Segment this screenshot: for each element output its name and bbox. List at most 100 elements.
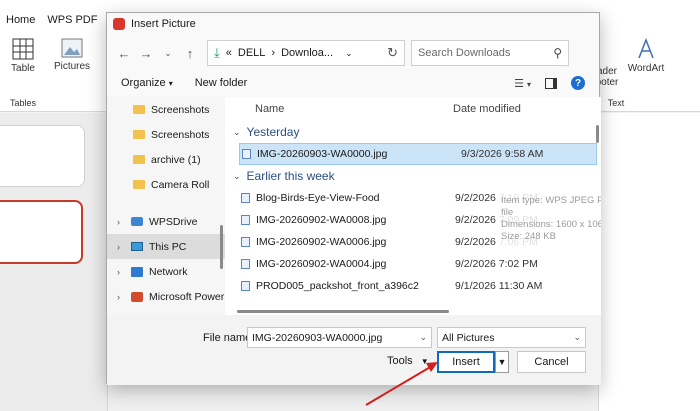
file-list-vertical-scrollbar[interactable]	[593, 97, 601, 315]
back-arrow-icon[interactable]: ←	[113, 42, 135, 64]
nav-pane-scrollbar[interactable]	[219, 97, 224, 315]
file-name: IMG-20260902-WA0006.jpg	[256, 236, 387, 248]
breadcrumb-separator-icon: ›	[271, 47, 276, 59]
expand-chevron-icon[interactable]: ›	[117, 217, 125, 227]
dialog-titlebar: Insert Picture	[107, 13, 599, 35]
nav-item-label: WPSDrive	[149, 215, 198, 228]
wordart-button[interactable]: WordArt	[626, 37, 666, 74]
tab-wps-pdf[interactable]: WPS PDF	[41, 10, 103, 30]
tooltip-item-type: Item type: WPS JPEG Picture file	[501, 195, 601, 218]
pictures-button[interactable]: Pictures	[52, 38, 92, 72]
file-date: 9/1/2026 11:30 AM	[455, 280, 543, 292]
file-row[interactable]: IMG-20260902-WA0004.jpg 9/2/2026 7:02 PM	[225, 253, 601, 275]
insert-button[interactable]: Insert	[437, 351, 495, 373]
file-list-horizontal-scrollbar[interactable]	[225, 307, 601, 315]
recent-locations-chevron-icon[interactable]: ⌄	[157, 42, 179, 64]
breadcrumb-downloads[interactable]: Downloa...	[281, 47, 333, 59]
nav-item-label: Camera Roll	[151, 178, 210, 191]
help-icon[interactable]: ?	[571, 76, 585, 90]
navigation-bar: ← → ⌄ ↑ ⤓ « DELL › Downloa... ⌄ ↻ Search…	[107, 35, 599, 71]
nav-item-microsoft-power[interactable]: › Microsoft Power	[107, 284, 225, 309]
pictures-label: Pictures	[53, 61, 91, 72]
tab-home[interactable]: Home	[0, 10, 41, 30]
file-row[interactable]: PROD005_packshot_front_a396c2 9/1/2026 1…	[225, 275, 601, 297]
image-file-icon	[241, 215, 250, 225]
dialog-toolbar: Organize ▾ New folder ☰ ▾ ?	[107, 71, 599, 95]
search-icon: ⚲	[553, 46, 562, 60]
file-type-filter[interactable]: All Pictures ⌄	[437, 327, 586, 348]
group-label: Yesterday	[246, 125, 300, 139]
preview-pane-icon[interactable]	[545, 77, 557, 89]
table-button[interactable]: Table	[8, 38, 38, 74]
slide-thumbnail-selected[interactable]	[0, 200, 83, 264]
dialog-title: Insert Picture	[131, 18, 196, 30]
file-row-selected[interactable]: IMG-20260903-WA0000.jpg 9/3/2026 9:58 AM	[239, 143, 597, 165]
column-header-date-modified[interactable]: Date modified	[447, 103, 521, 115]
wordart-label: WordArt	[627, 63, 665, 74]
file-date: 9/3/2026 9:58 AM	[461, 148, 544, 160]
organize-button[interactable]: Organize ▾	[121, 77, 173, 89]
tools-button[interactable]: Tools ▼	[387, 355, 429, 367]
table-icon	[12, 38, 34, 60]
chevron-down-icon[interactable]: ⌄	[573, 332, 581, 343]
address-dropdown-icon[interactable]: ⌄	[345, 48, 353, 59]
nav-item-label: Screenshots	[151, 103, 210, 116]
text-group-label: Text	[607, 98, 625, 108]
image-file-icon	[241, 259, 250, 269]
dialog-body: Screenshots Screenshots archive (1) Came…	[107, 97, 601, 315]
group-header-yesterday[interactable]: ⌄ Yesterday	[225, 121, 601, 143]
file-list: Name Date modified ⌄ Yesterday IMG-202609…	[225, 97, 601, 315]
up-arrow-icon[interactable]: ↑	[179, 42, 201, 64]
search-input[interactable]: Search Downloads ⚲	[411, 40, 569, 66]
folder-icon	[133, 180, 145, 189]
nav-item-this-pc[interactable]: › This PC	[107, 234, 225, 259]
nav-item-wpsdrive[interactable]: › WPSDrive	[107, 209, 225, 234]
file-name: PROD005_packshot_front_a396c2	[256, 280, 419, 292]
file-name: IMG-20260903-WA0000.jpg	[257, 148, 388, 160]
image-file-icon	[241, 281, 250, 291]
cancel-button[interactable]: Cancel	[517, 351, 586, 373]
folder-icon	[133, 130, 145, 139]
nav-scrollbar-thumb[interactable]	[220, 225, 223, 269]
expand-chevron-icon[interactable]: ›	[117, 242, 125, 252]
collapse-chevron-icon: ⌄	[233, 126, 241, 137]
breadcrumb-dell[interactable]: DELL	[238, 47, 266, 59]
powerpoint-icon	[131, 291, 143, 302]
nav-item-label: This PC	[149, 240, 187, 253]
column-header-name[interactable]: Name	[225, 103, 447, 115]
wordart-icon	[638, 37, 654, 59]
slide-thumbnail[interactable]	[0, 125, 85, 187]
file-info-tooltip: Item type: WPS JPEG Picture file Dimensi…	[497, 193, 601, 245]
organize-label: Organize	[121, 77, 166, 89]
nav-item-camera-roll[interactable]: Camera Roll	[107, 172, 225, 197]
nav-item-label: Network	[149, 265, 188, 278]
chevron-down-icon[interactable]: ⌄	[419, 332, 427, 343]
expand-chevron-icon[interactable]: ›	[117, 292, 125, 302]
address-bar[interactable]: ⤓ « DELL › Downloa... ⌄ ↻	[207, 40, 405, 66]
image-file-icon	[241, 193, 250, 203]
nav-item-screenshots[interactable]: Screenshots	[107, 122, 225, 147]
forward-arrow-icon[interactable]: →	[135, 42, 157, 64]
image-file-icon	[241, 237, 250, 247]
expand-chevron-icon[interactable]: ›	[117, 267, 125, 277]
insert-options-dropdown[interactable]: ▼	[495, 351, 509, 373]
nav-item-screenshots[interactable]: Screenshots	[107, 97, 225, 122]
column-headers: Name Date modified	[225, 97, 601, 121]
group-header-earlier-this-week[interactable]: ⌄ Earlier this week	[225, 165, 601, 187]
download-icon: ⤓	[214, 45, 220, 60]
picture-icon	[61, 38, 83, 58]
slide-page	[598, 113, 700, 411]
horizontal-scrollbar-thumb[interactable]	[237, 310, 449, 313]
new-folder-button[interactable]: New folder	[195, 77, 248, 89]
nav-item-network[interactable]: › Network	[107, 259, 225, 284]
vertical-scrollbar-thumb[interactable]	[596, 125, 599, 143]
file-type-value: All Pictures	[442, 331, 495, 344]
refresh-icon[interactable]: ↻	[387, 45, 398, 61]
file-name: IMG-20260902-WA0008.jpg	[256, 214, 387, 226]
table-label: Table	[11, 63, 35, 74]
file-name-value: IMG-20260903-WA0000.jpg	[252, 331, 383, 344]
nav-item-archive[interactable]: archive (1)	[107, 147, 225, 172]
file-name: Blog-Birds-Eye-View-Food	[256, 192, 380, 204]
view-options-icon[interactable]: ☰ ▾	[514, 77, 531, 90]
file-name-input[interactable]: IMG-20260903-WA0000.jpg ⌄	[247, 327, 432, 348]
